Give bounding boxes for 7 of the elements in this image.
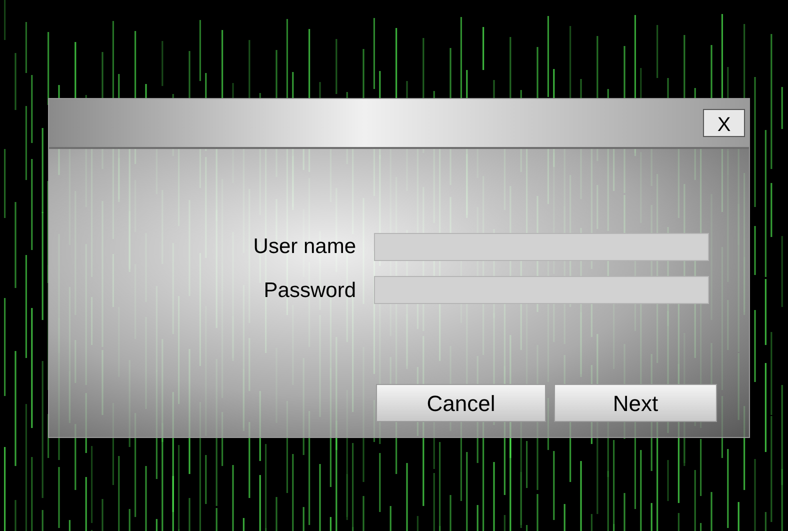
field-label: Password [262,278,356,304]
input-field[interactable] [374,276,709,304]
close-button[interactable]: X [703,109,745,137]
dialog-button[interactable]: Cancel [376,384,546,422]
dialog-button[interactable]: Next [554,384,717,422]
input-field[interactable] [374,232,709,261]
field-label: User name [252,234,356,260]
